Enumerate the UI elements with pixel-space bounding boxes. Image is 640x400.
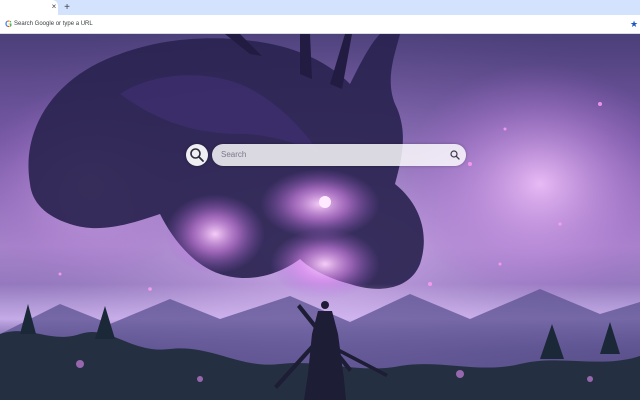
wallpaper-art — [0, 34, 640, 400]
search-input[interactable]: Search — [212, 144, 466, 166]
address-bar-placeholder[interactable]: Search Google or type a URL — [14, 18, 93, 30]
tab-strip: × + — [0, 0, 640, 15]
new-tab-button[interactable]: + — [61, 0, 73, 15]
bookmark-star-icon[interactable]: ★ — [629, 18, 639, 30]
search-engine-icon — [190, 148, 204, 162]
address-bar[interactable]: G Search Google or type a URL ★ — [0, 15, 640, 34]
search-engine-button[interactable] — [186, 144, 208, 166]
tab-new-tab[interactable]: × — [0, 0, 58, 15]
search-placeholder: Search — [221, 150, 247, 159]
google-icon: G — [3, 18, 14, 30]
wallpaper-background — [0, 34, 640, 400]
tab-close-icon[interactable]: × — [49, 1, 59, 13]
google-icon-letter: G — [4, 19, 12, 29]
search-icon[interactable] — [450, 150, 460, 160]
browser-window: × + G Search Google or type a URL ★ Sear… — [0, 0, 640, 400]
